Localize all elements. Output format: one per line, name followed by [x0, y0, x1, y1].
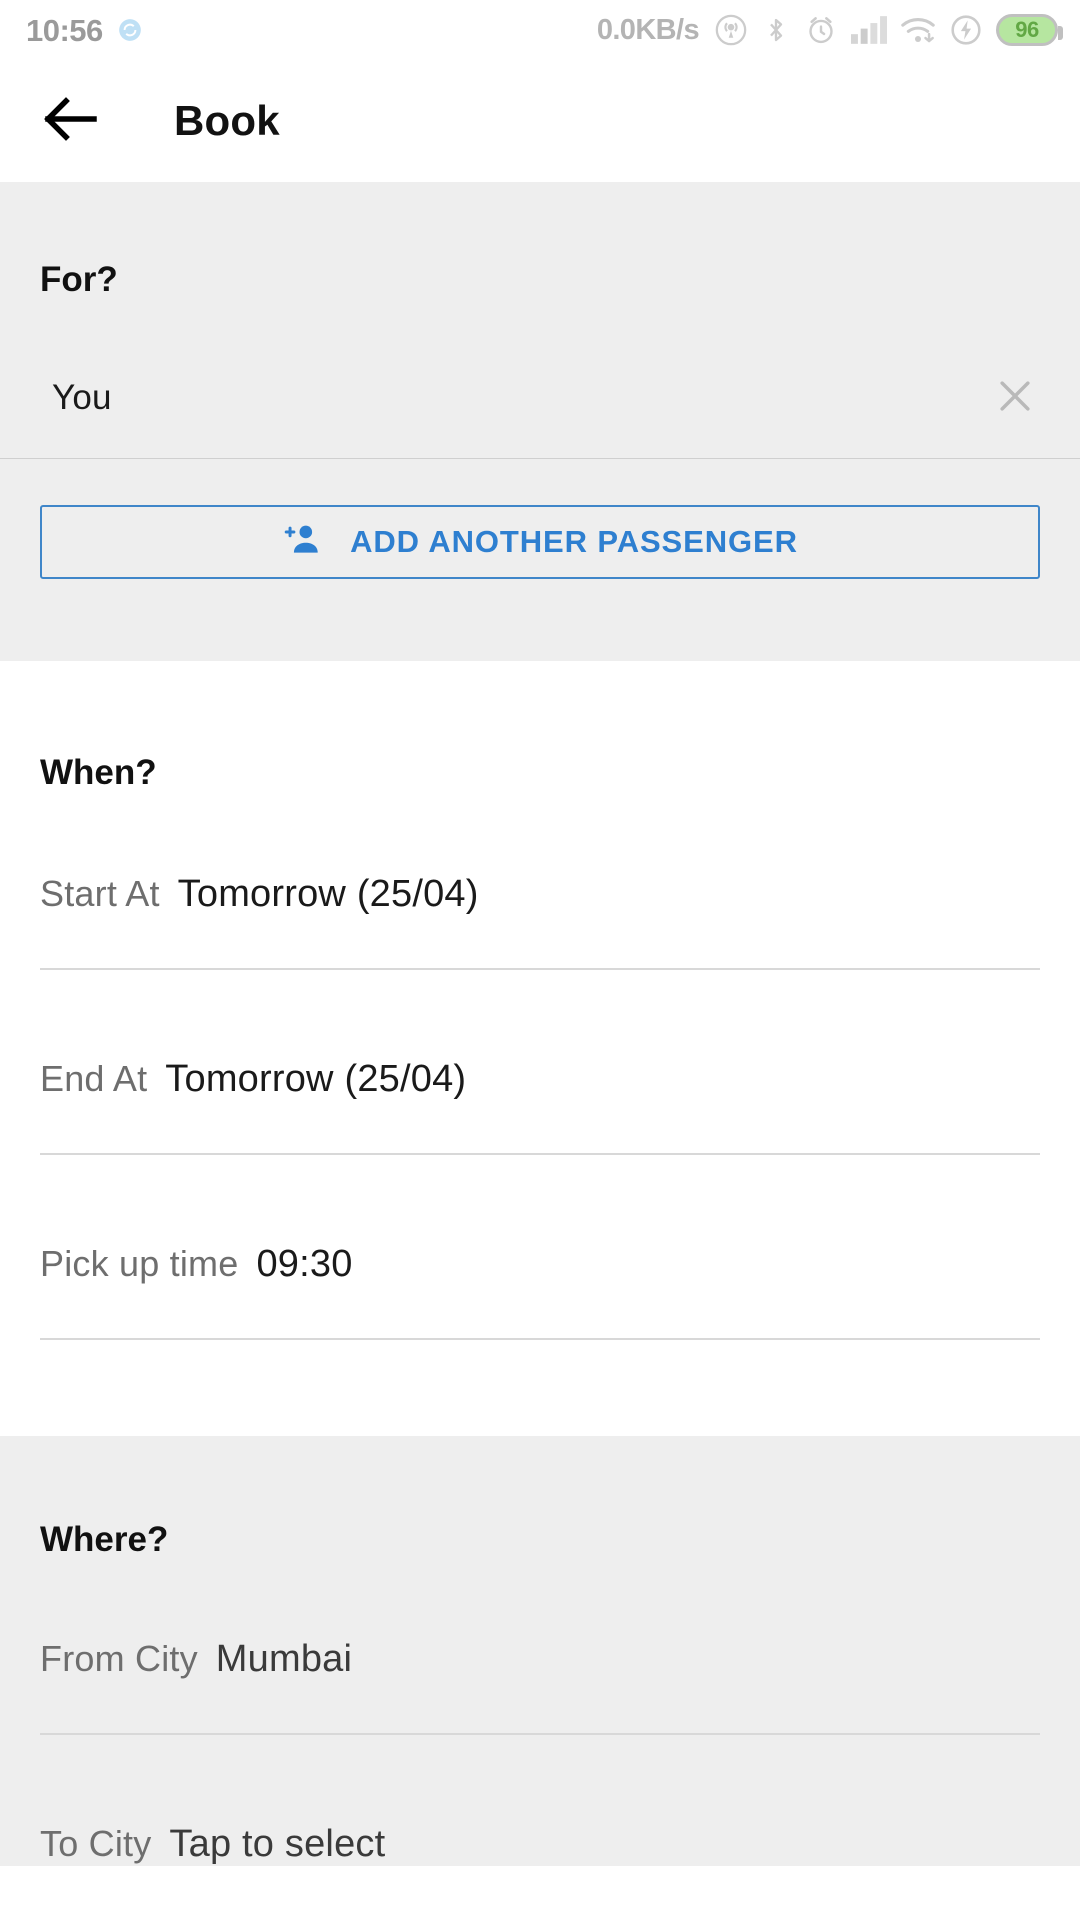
when-section: When? Start At Tomorrow (25/04) End At T… — [0, 661, 1080, 1436]
add-another-passenger-button[interactable]: ADD ANOTHER PASSENGER — [40, 505, 1040, 579]
to-city-label: To City — [40, 1823, 152, 1864]
app-screen: 10:56 0.0KB/s 96 Book For? You ADD ANOTH… — [0, 0, 1080, 1920]
passenger-name-label: You — [52, 378, 112, 417]
status-bar-icons: 0.0KB/s 96 — [596, 13, 1063, 47]
when-section-spacer — [0, 1340, 1080, 1436]
alarm-icon — [804, 13, 838, 47]
end-at-value: Tomorrow (25/04) — [165, 1058, 467, 1100]
start-at-label: Start At — [40, 873, 160, 914]
to-city-value: Tap to select — [169, 1823, 386, 1865]
wifi-icon — [900, 14, 936, 46]
pickup-time-row[interactable]: Pick up time 09:30 — [0, 1243, 1080, 1286]
add-another-passenger-label: ADD ANOTHER PASSENGER — [350, 524, 798, 559]
from-city-value: Mumbai — [215, 1638, 353, 1680]
start-at-value: Tomorrow (25/04) — [177, 873, 479, 915]
end-at-row[interactable]: End At Tomorrow (25/04) — [0, 1058, 1080, 1101]
battery-indicator: 96 — [996, 14, 1063, 46]
from-city-row[interactable]: From City Mumbai — [0, 1638, 1080, 1681]
end-at-label: End At — [40, 1058, 148, 1099]
to-city-row[interactable]: To City Tap to select — [0, 1823, 1080, 1866]
passenger-row-divider — [0, 458, 1080, 459]
close-icon — [993, 374, 1037, 423]
page-title: Book — [174, 97, 280, 144]
back-button[interactable] — [40, 89, 104, 153]
for-section-title: For? — [40, 260, 118, 299]
where-section: Where? From City Mumbai To City Tap to s… — [0, 1436, 1080, 1866]
for-section: For? You ADD ANOTHER PASSENGER — [0, 182, 1080, 661]
from-city-label: From City — [40, 1638, 198, 1679]
pickup-time-label: Pick up time — [40, 1243, 239, 1284]
remove-passenger-button[interactable] — [990, 373, 1040, 423]
network-speed-label: 0.0KB/s — [596, 13, 700, 46]
back-arrow-icon — [44, 96, 100, 147]
for-section-spacer — [0, 579, 1080, 661]
battery-level-label: 96 — [1015, 17, 1039, 42]
where-section-title: Where? — [40, 1520, 169, 1559]
field-spacer — [0, 970, 1080, 1058]
status-bar: 10:56 0.0KB/s 96 — [0, 0, 1080, 60]
person-add-icon — [282, 519, 324, 566]
pickup-time-value: 09:30 — [256, 1243, 353, 1285]
when-section-title: When? — [40, 753, 157, 792]
passenger-row[interactable]: You — [0, 366, 1080, 430]
start-at-row[interactable]: Start At Tomorrow (25/04) — [0, 873, 1080, 916]
field-spacer — [0, 1155, 1080, 1243]
hotspot-icon — [714, 13, 748, 47]
app-bar: Book — [0, 60, 1080, 182]
charging-icon — [949, 13, 983, 47]
bluetooth-icon — [761, 13, 791, 47]
field-spacer — [0, 1735, 1080, 1823]
signal-icon — [851, 15, 887, 45]
sync-icon — [117, 17, 143, 43]
status-bar-clock: 10:56 — [26, 12, 103, 48]
